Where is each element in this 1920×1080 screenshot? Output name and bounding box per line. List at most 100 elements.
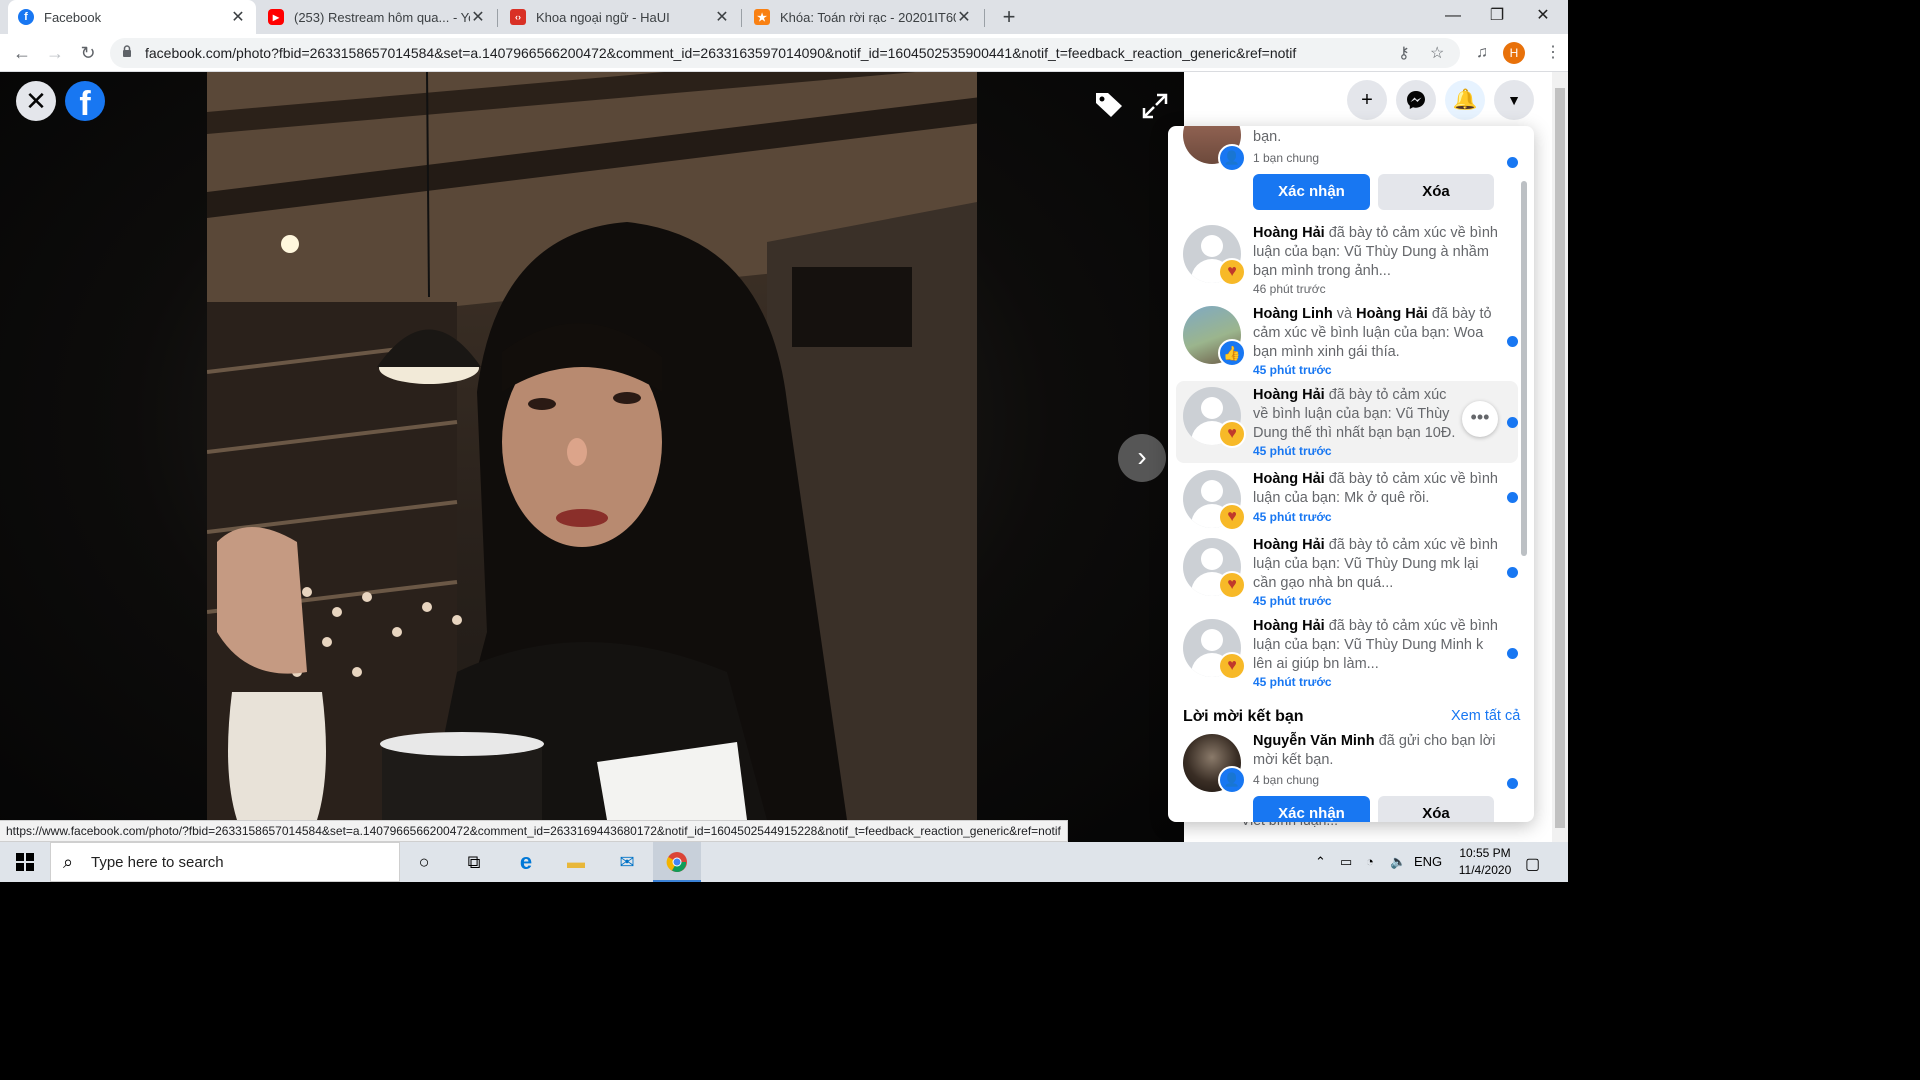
mail-icon[interactable]: ✉ [603,842,651,882]
profile-avatar[interactable]: H [1503,42,1525,64]
confirm-friend-button[interactable]: Xác nhận [1253,796,1370,822]
close-tab-icon[interactable]: ✕ [714,7,730,27]
chrome-menu-icon[interactable]: ⋮ [1545,42,1561,62]
tab-divider [497,9,498,27]
create-button[interactable]: + [1347,80,1387,120]
see-all-link[interactable]: Xem tất cả [1451,708,1520,724]
next-photo-button[interactable]: › [1118,434,1166,482]
actor-name: Hoàng Hải [1356,306,1428,322]
bookmark-star-icon[interactable]: ☆ [1430,43,1444,63]
actor-name: Hoàng Hải [1253,225,1325,241]
like-reaction-icon: 👍 [1218,339,1246,367]
key-icon[interactable]: ⚷ [1398,43,1410,63]
cortana-icon[interactable]: ○ [400,842,448,882]
taskbar-search[interactable]: ⌕ Type here to search [50,842,400,882]
notification-text: Hoàng Linh và Hoàng Hải đã bày tỏ cảm xú… [1253,305,1498,362]
photo-image [207,72,977,820]
notification-text: Hoàng Hải đã bày tỏ cảm xúc về bình luận… [1253,470,1498,508]
notification-item[interactable]: 👍 Hoàng Linh và Hoàng Hải đã bày tỏ cảm … [1176,301,1518,381]
unread-dot [1507,567,1518,578]
file-explorer-icon[interactable]: ▬ [552,842,600,882]
edge-icon[interactable]: e [502,842,550,882]
status-bar-url: https://www.facebook.com/photo/?fbid=263… [0,820,1068,842]
close-viewer-button[interactable]: ✕ [16,81,56,121]
browser-toolbar: ← → ↻ facebook.com/photo?fbid=2633158657… [0,34,1568,72]
close-tab-icon[interactable]: ✕ [956,7,972,27]
scrollbar-thumb[interactable] [1555,88,1565,828]
notification-text: Hoàng Hải đã bày tỏ cảm xúc về bình luận… [1253,536,1498,593]
notification-item[interactable]: ♥ Hoàng Hải đã bày tỏ cảm xúc về bình lu… [1176,466,1518,532]
panel-scrollbar[interactable] [1521,181,1527,556]
close-tab-icon[interactable]: ✕ [230,7,246,27]
clock-time: 10:55 PM [1459,846,1511,860]
confirm-friend-button[interactable]: Xác nhận [1253,174,1370,210]
youtube-icon: ▶ [268,9,284,25]
friend-request-badge-icon: 👤 [1218,766,1246,794]
mutual-friends: 1 bạn chung [1253,151,1320,165]
care-reaction-icon: ♥ [1218,571,1246,599]
conjunction: và [1336,306,1353,322]
forward-icon[interactable]: → [43,41,67,65]
task-view-icon[interactable]: ⧉ [450,842,498,882]
battery-icon[interactable]: ▭ [1340,854,1352,870]
notification-time: 45 phút trước [1253,510,1332,524]
tab-haui[interactable]: ‹› Khoa ngoại ngữ - HaUI ✕ [500,0,740,34]
tab-facebook[interactable]: f Facebook ✕ [8,0,256,34]
facebook-icon: f [18,9,34,25]
close-window-icon[interactable]: ✕ [1520,0,1566,32]
account-menu-icon[interactable]: ▼ [1494,80,1534,120]
windows-start-icon[interactable] [0,842,50,882]
lock-icon [123,45,131,57]
delete-friend-button[interactable]: Xóa [1378,174,1494,210]
notification-text: bạn. [1253,129,1282,145]
notification-item[interactable]: ♥ Hoàng Hải đã bày tỏ cảm xúc về bình lu… [1176,220,1518,300]
back-icon[interactable]: ← [10,41,34,65]
tab-title: Facebook [44,9,102,25]
fullscreen-icon[interactable] [1141,92,1169,120]
address-bar[interactable]: facebook.com/photo?fbid=2633158657014584… [110,38,1460,68]
minimize-icon[interactable]: — [1430,0,1476,32]
close-tab-icon[interactable]: ✕ [470,7,486,27]
url-text: facebook.com/photo?fbid=2633158657014584… [145,45,1297,61]
notification-text: Hoàng Hải đã bày tỏ cảm xúc về bình luận… [1253,224,1498,281]
tab-moodle[interactable]: ★ Khóa: Toán rời rạc - 20201IT6035 ✕ [744,0,982,34]
new-tab-button[interactable]: + [997,4,1021,30]
volume-icon[interactable]: 🔈 [1390,854,1406,870]
notification-time: 45 phút trước [1253,363,1332,377]
notification-item[interactable]: ♥ Hoàng Hải đã bày tỏ cảm xúc về bình lu… [1176,532,1518,612]
taskbar-clock[interactable]: 10:55 PM 11/4/2020 [1450,845,1520,879]
reload-icon[interactable]: ↻ [76,41,100,65]
more-options-icon[interactable]: ••• [1462,401,1498,437]
care-reaction-icon: ♥ [1218,503,1246,531]
media-control-icon[interactable]: ♫ [1470,41,1494,65]
notification-time: 46 phút trước [1253,282,1326,296]
care-reaction-icon: ♥ [1218,420,1246,448]
page-scrollbar[interactable] [1552,72,1568,842]
actor-name: Hoàng Linh [1253,306,1333,322]
wifi-icon[interactable]: ◔ [1366,854,1374,869]
chrome-taskbar-icon[interactable] [653,842,701,882]
notifications-panel: 👤 bạn. 1 bạn chung Xác nhận Xóa ♥ Hoàng … [1168,126,1534,822]
actor-name: Hoàng Hải [1253,618,1325,634]
maximize-icon[interactable]: ❐ [1474,0,1520,32]
notification-item[interactable]: ♥ Hoàng Hải đã bày tỏ cảm xúc về bình lu… [1176,613,1518,693]
tab-youtube[interactable]: ▶ (253) Restream hôm qua... - YouT ✕ [258,0,496,34]
language-indicator[interactable]: ENG [1414,854,1442,869]
notification-text: Hoàng Hải đã bày tỏ cảm xúc về bình luận… [1253,386,1458,443]
notification-text: Nguyễn Văn Minh đã gửi cho bạn lời mời k… [1253,732,1498,770]
delete-friend-button[interactable]: Xóa [1378,796,1494,822]
action-center-icon[interactable]: ▢ [1525,854,1540,874]
notifications-bell-icon[interactable]: 🔔 [1445,80,1485,120]
unread-dot [1507,492,1518,503]
messenger-icon[interactable] [1396,80,1436,120]
notification-item[interactable]: ♥ Hoàng Hải đã bày tỏ cảm xúc về bình lu… [1176,381,1518,463]
clock-date: 11/4/2020 [1458,863,1512,877]
facebook-logo-icon[interactable]: f [65,81,105,121]
tray-chevron-icon[interactable]: ⌃ [1315,854,1326,870]
haui-icon: ‹› [510,9,526,25]
unread-dot [1507,157,1518,168]
photo-viewer: ✕ f › [0,72,1184,842]
browser-tab-bar: f Facebook ✕ ▶ (253) Restream hôm qua...… [0,0,1568,34]
requester-name: Nguyễn Văn Minh [1253,733,1375,749]
tag-icon[interactable] [1093,90,1125,118]
